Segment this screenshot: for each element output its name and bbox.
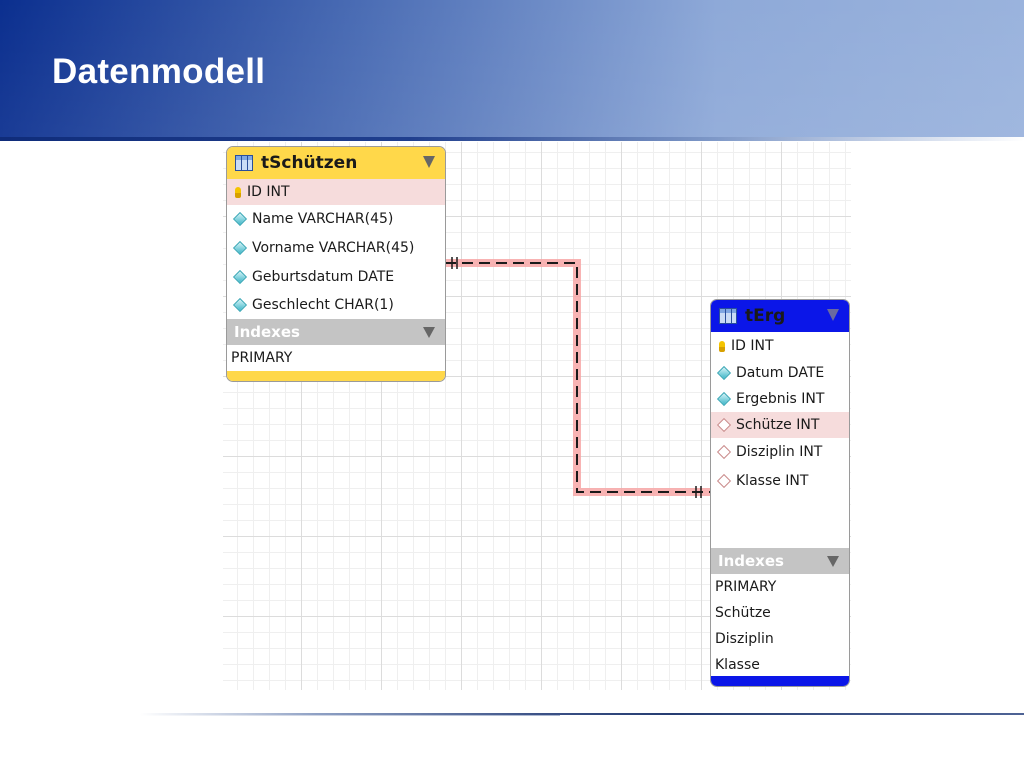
collapse-arrow-icon[interactable] [827, 556, 839, 567]
entity-name: tErg [745, 306, 786, 326]
column-label: Ergebnis INT [736, 391, 825, 407]
indexes-header[interactable]: Indexes [711, 548, 849, 574]
entity-header[interactable]: tErg [711, 300, 849, 332]
collapse-arrow-icon[interactable] [423, 156, 435, 168]
column-row[interactable]: Ergebnis INT [711, 386, 849, 412]
index-label: PRIMARY [715, 579, 777, 595]
column-row[interactable]: Schütze INT [711, 412, 849, 438]
column-label: ID INT [247, 184, 290, 200]
index-row[interactable]: PRIMARY [227, 345, 445, 371]
entity-footer [227, 371, 445, 381]
index-row[interactable]: PRIMARY [711, 574, 849, 600]
column-label: Geburtsdatum DATE [252, 269, 395, 285]
table-icon [235, 155, 253, 171]
slide-header: Datenmodell [0, 0, 1024, 137]
column-row[interactable]: Geschlecht CHAR(1) [227, 291, 445, 319]
column-row[interactable]: Geburtsdatum DATE [227, 263, 445, 291]
indexes-header[interactable]: Indexes [227, 319, 445, 345]
collapse-arrow-icon[interactable] [827, 309, 839, 321]
column-row[interactable]: Name VARCHAR(45) [227, 205, 445, 233]
column-label: Name VARCHAR(45) [252, 211, 394, 227]
index-label: Schütze [715, 605, 771, 621]
column-row[interactable]: ID INT [711, 332, 849, 360]
foreign-key-diamond-icon [716, 473, 732, 489]
index-label: PRIMARY [231, 350, 293, 366]
indexes-label: Indexes [718, 552, 784, 570]
entity-header[interactable]: tSchützen [227, 147, 445, 179]
entity-name: tSchützen [261, 153, 358, 173]
diamond-icon [232, 211, 248, 227]
diamond-icon [232, 240, 248, 256]
column-label: Datum DATE [736, 365, 825, 381]
footer-divider-shadow [140, 715, 560, 716]
column-label: Geschlecht CHAR(1) [252, 297, 394, 313]
column-label: ID INT [731, 338, 774, 354]
index-row[interactable]: Klasse [711, 652, 849, 678]
index-label: Disziplin [715, 631, 774, 647]
entity-terg[interactable]: tErg ID INT Datum DATE Ergebnis INT Schü… [710, 299, 850, 687]
table-icon [719, 308, 737, 324]
key-icon [719, 340, 725, 352]
column-label: Klasse INT [736, 473, 809, 489]
column-row[interactable]: Vorname VARCHAR(45) [227, 233, 445, 263]
diamond-icon [232, 269, 248, 285]
slide-title: Datenmodell [52, 52, 266, 91]
foreign-key-diamond-icon [716, 444, 732, 460]
collapse-arrow-icon[interactable] [423, 327, 435, 338]
index-row[interactable]: Disziplin [711, 626, 849, 652]
columns-empty-space [711, 496, 849, 548]
column-label: Disziplin INT [736, 444, 823, 460]
entity-footer [711, 676, 849, 686]
column-row[interactable]: Disziplin INT [711, 438, 849, 466]
column-row[interactable]: Datum DATE [711, 360, 849, 386]
column-row[interactable]: Klasse INT [711, 466, 849, 496]
column-label: Schütze INT [736, 417, 820, 433]
column-row[interactable]: ID INT [227, 179, 445, 205]
column-label: Vorname VARCHAR(45) [252, 240, 415, 256]
index-row[interactable]: Schütze [711, 600, 849, 626]
indexes-label: Indexes [234, 323, 300, 341]
header-divider [0, 137, 1024, 141]
foreign-key-diamond-icon [716, 417, 732, 433]
diamond-icon [716, 391, 732, 407]
index-label: Klasse [715, 657, 760, 673]
diamond-icon [232, 297, 248, 313]
key-icon [235, 186, 241, 198]
diamond-icon [716, 365, 732, 381]
entity-tschuetzen[interactable]: tSchützen ID INT Name VARCHAR(45) Vornam… [226, 146, 446, 382]
